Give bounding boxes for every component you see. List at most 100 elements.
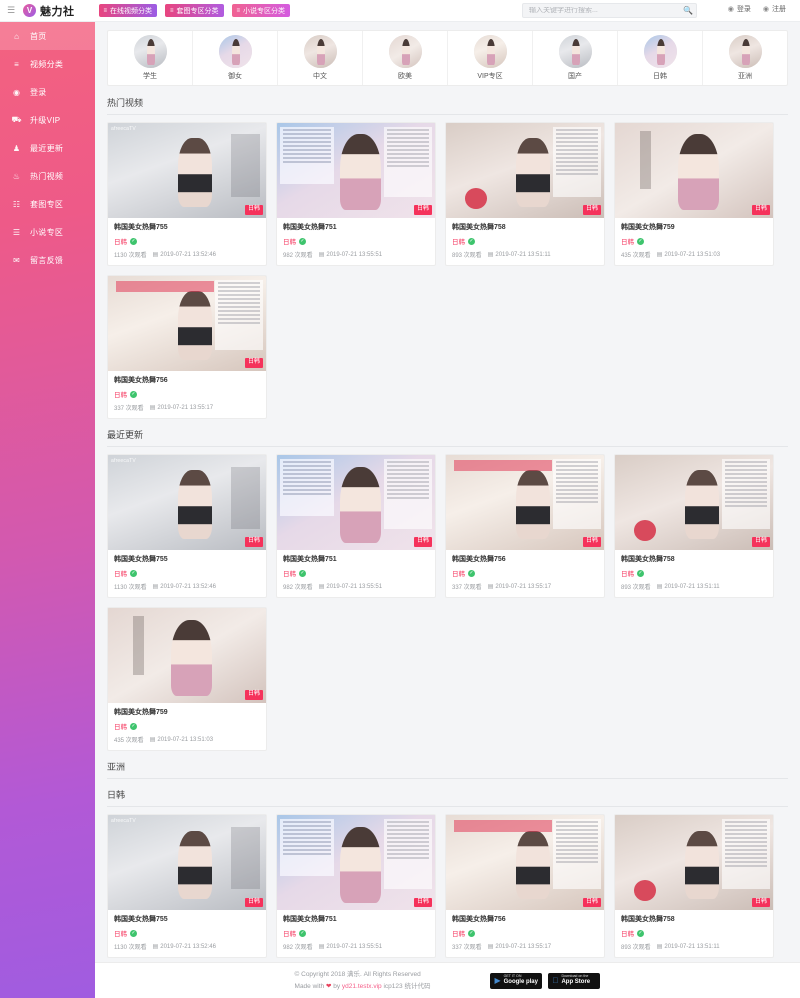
video-category-tag[interactable]: 日韩 bbox=[114, 568, 127, 578]
store-badge-1[interactable]: ▶ GET IT ON Google play bbox=[490, 972, 543, 989]
video-thumbnail[interactable]: 日韩 bbox=[615, 455, 773, 551]
video-title[interactable]: 韩国美女热舞759 bbox=[114, 708, 260, 717]
list-icon: ≡ bbox=[14, 59, 19, 69]
cart-icon: ⛟ bbox=[11, 115, 22, 124]
video-card[interactable]: 日韩 韩国美女热舞756 日韩 ✓ 337 次观看 ▤ 2019-07-21 13:55:1… bbox=[445, 454, 605, 599]
video-card[interactable]: afreecaTV 日韩 韩国美女热舞755 日韩 ✓ 1130 次观看 ▤ 2019-07-… bbox=[107, 122, 267, 267]
video-category-tag[interactable]: 日韩 bbox=[283, 568, 296, 578]
calendar-icon: ▤ bbox=[656, 944, 663, 951]
video-category-tag[interactable]: 日韩 bbox=[114, 721, 127, 731]
register-link[interactable]: ◉ 注册 bbox=[763, 4, 786, 14]
video-category-tag[interactable]: 日韩 bbox=[621, 568, 634, 578]
app-store-badges: ▶GET IT ONGoogle play Download on theApp… bbox=[490, 972, 601, 989]
video-thumbnail[interactable]: 日韩 bbox=[108, 276, 266, 372]
sidebar-item-8[interactable]: ☰ 小说专区 bbox=[0, 218, 95, 246]
video-category-tag[interactable]: 日韩 bbox=[114, 389, 127, 399]
video-title[interactable]: 韩国美女热舞756 bbox=[452, 915, 598, 924]
video-thumbnail[interactable]: 日韩 bbox=[277, 123, 435, 218]
sidebar-item-5[interactable]: ♟ 最近更新 bbox=[0, 134, 95, 162]
category-item-6[interactable]: 国产 bbox=[533, 31, 618, 85]
sidebar-item-4[interactable]: ⛟ 升级VIP bbox=[0, 106, 95, 134]
video-meta-row: 435 次观看 ▤ 2019-07-21 13:51:03 bbox=[621, 250, 767, 260]
category-item-5[interactable]: VIP专区 bbox=[448, 31, 533, 85]
video-card[interactable]: 日韩 韩国美女热舞759 日韩 ✓ 435 次观看 ▤ 2019-07-21 13:51:0… bbox=[614, 122, 774, 267]
video-category-tag[interactable]: 日韩 bbox=[452, 236, 465, 246]
video-thumbnail[interactable]: afreecaTV 日韩 bbox=[108, 123, 266, 218]
sidebar-item-7[interactable]: ☷ 套图专区 bbox=[0, 190, 95, 218]
category-item-8[interactable]: 亚洲 bbox=[703, 31, 787, 85]
video-card[interactable]: 日韩 韩国美女热舞751 日韩 ✓ 982 次观看 ▤ 2019-07-21 13:55:5… bbox=[276, 122, 436, 267]
video-card[interactable]: 日韩 韩国美女热舞758 日韩 ✓ 893 次观看 ▤ 2019-07-21 13:51:1… bbox=[445, 122, 605, 267]
video-thumbnail[interactable]: 日韩 bbox=[277, 455, 435, 551]
video-category-tag[interactable]: 日韩 bbox=[114, 928, 127, 938]
sidebar-item-1[interactable]: ⌂ 首页 bbox=[0, 22, 95, 50]
sidebar-item-3[interactable]: ◉ 登录 bbox=[0, 78, 95, 106]
video-category-tag[interactable]: 日韩 bbox=[283, 928, 296, 938]
sidebar-item-6[interactable]: ♨ 热门视频 bbox=[0, 162, 95, 190]
video-card[interactable]: 日韩 韩国美女热舞758 日韩 ✓ 893 次观看 ▤ 2019-07-21 13:51:1… bbox=[614, 454, 774, 599]
video-card[interactable]: 日韩 韩国美女热舞758 日韩 ✓ 893 次观看 ▤ 2019-07-21 13:51:1… bbox=[614, 814, 774, 959]
video-badge: 日韩 bbox=[751, 897, 770, 908]
made-link[interactable]: yd21.testx.vip bbox=[342, 983, 382, 990]
video-thumbnail[interactable]: 日韩 bbox=[615, 815, 773, 911]
search-icon[interactable]: 🔍 bbox=[680, 6, 696, 15]
video-title[interactable]: 韩国美女热舞756 bbox=[452, 555, 598, 564]
sidebar-item-9[interactable]: ✉ 留言反馈 bbox=[0, 246, 95, 274]
video-category-tag[interactable]: 日韩 bbox=[283, 236, 296, 246]
video-card[interactable]: 日韩 韩国美女热舞759 日韩 ✓ 435 次观看 ▤ 2019-07-21 13:51:0… bbox=[107, 607, 267, 752]
video-title[interactable]: 韩国美女热舞755 bbox=[114, 555, 260, 564]
video-card[interactable]: 日韩 韩国美女热舞751 日韩 ✓ 982 次观看 ▤ 2019-07-21 13:55:5… bbox=[276, 814, 436, 959]
search-box[interactable]: 🔍 bbox=[522, 3, 697, 18]
category-avatar bbox=[728, 35, 762, 68]
video-title[interactable]: 韩国美女热舞758 bbox=[452, 223, 598, 232]
login-link[interactable]: ◉ 登录 bbox=[728, 4, 751, 14]
category-item-4[interactable]: 欧美 bbox=[363, 31, 448, 85]
video-card-body: 韩国美女热舞751 日韩 ✓ 982 次观看 ▤ 2019-07-21 13:55:51 bbox=[277, 218, 435, 265]
video-card-body: 韩国美女热舞751 日韩 ✓ 982 次观看 ▤ 2019-07-21 13:55:51 bbox=[277, 550, 435, 597]
video-thumbnail[interactable]: 日韩 bbox=[446, 455, 604, 551]
video-thumbnail[interactable]: 日韩 bbox=[615, 123, 773, 218]
book-icon: ☰ bbox=[12, 227, 21, 237]
sidebar-item-2[interactable]: ≡ 视频分类 bbox=[0, 50, 95, 78]
video-thumbnail[interactable]: 日韩 bbox=[446, 815, 604, 911]
video-category-tag[interactable]: 日韩 bbox=[452, 928, 465, 938]
video-category-tag[interactable]: 日韩 bbox=[114, 236, 127, 246]
video-card[interactable]: afreecaTV 日韩 韩国美女热舞755 日韩 ✓ 1130 次观看 ▤ 2019-07-… bbox=[107, 454, 267, 599]
video-category-row: 日韩 ✓ bbox=[114, 389, 260, 399]
video-thumbnail[interactable]: 日韩 bbox=[277, 815, 435, 911]
video-title[interactable]: 韩国美女热舞755 bbox=[114, 915, 260, 924]
video-title[interactable]: 韩国美女热舞758 bbox=[621, 555, 767, 564]
video-thumbnail[interactable]: afreecaTV 日韩 bbox=[108, 815, 266, 911]
nav-button-2[interactable]: ≡ 套图专区分类 bbox=[165, 4, 224, 17]
store-badge-2[interactable]: Download on theApp Store bbox=[548, 972, 601, 989]
category-item-1[interactable]: 学生 bbox=[108, 31, 193, 85]
heart-icon: ❤ bbox=[325, 982, 332, 990]
video-thumbnail[interactable]: afreecaTV 日韩 bbox=[108, 455, 266, 551]
video-card[interactable]: 日韩 韩国美女热舞756 日韩 ✓ 337 次观看 ▤ 2019-07-21 13:55:1… bbox=[445, 814, 605, 959]
video-category-tag[interactable]: 日韩 bbox=[621, 928, 634, 938]
video-title[interactable]: 韩国美女热舞755 bbox=[114, 223, 260, 232]
video-card[interactable]: afreecaTV 日韩 韩国美女热舞755 日韩 ✓ 1130 次观看 ▤ 2019-07-… bbox=[107, 814, 267, 959]
video-card[interactable]: 日韩 韩国美女热舞756 日韩 ✓ 337 次观看 ▤ 2019-07-21 13:55:1… bbox=[107, 275, 267, 420]
video-card[interactable]: 日韩 韩国美女热舞751 日韩 ✓ 982 次观看 ▤ 2019-07-21 13:55:5… bbox=[276, 454, 436, 599]
video-title[interactable]: 韩国美女热舞756 bbox=[114, 376, 260, 385]
category-item-7[interactable]: 日韩 bbox=[618, 31, 703, 85]
category-item-3[interactable]: 中文 bbox=[278, 31, 363, 85]
video-title[interactable]: 韩国美女热舞758 bbox=[621, 915, 767, 924]
nav-button-3[interactable]: ≡ 小说专区分类 bbox=[231, 4, 291, 17]
video-thumbnail[interactable]: 日韩 bbox=[108, 608, 266, 704]
nav-button-1[interactable]: ≡ 在线视频分类 bbox=[98, 4, 158, 17]
video-title[interactable]: 韩国美女热舞751 bbox=[283, 223, 429, 232]
video-title[interactable]: 韩国美女热舞751 bbox=[283, 915, 429, 924]
video-meta-row: 982 次观看 ▤ 2019-07-21 13:55:51 bbox=[283, 250, 429, 260]
video-title[interactable]: 韩国美女热舞751 bbox=[283, 555, 429, 564]
brand[interactable]: V 魅力社 bbox=[23, 3, 75, 19]
video-category-tag[interactable]: 日韩 bbox=[452, 568, 465, 578]
category-item-2[interactable]: 御女 bbox=[193, 31, 278, 85]
video-title[interactable]: 韩国美女热舞759 bbox=[621, 223, 767, 232]
verified-check-icon: ✓ bbox=[130, 569, 137, 577]
search-input[interactable] bbox=[523, 7, 680, 14]
hamburger-icon[interactable]: ☰ bbox=[7, 5, 23, 16]
video-category-tag[interactable]: 日韩 bbox=[621, 236, 634, 246]
video-thumbnail[interactable]: 日韩 bbox=[446, 123, 604, 218]
